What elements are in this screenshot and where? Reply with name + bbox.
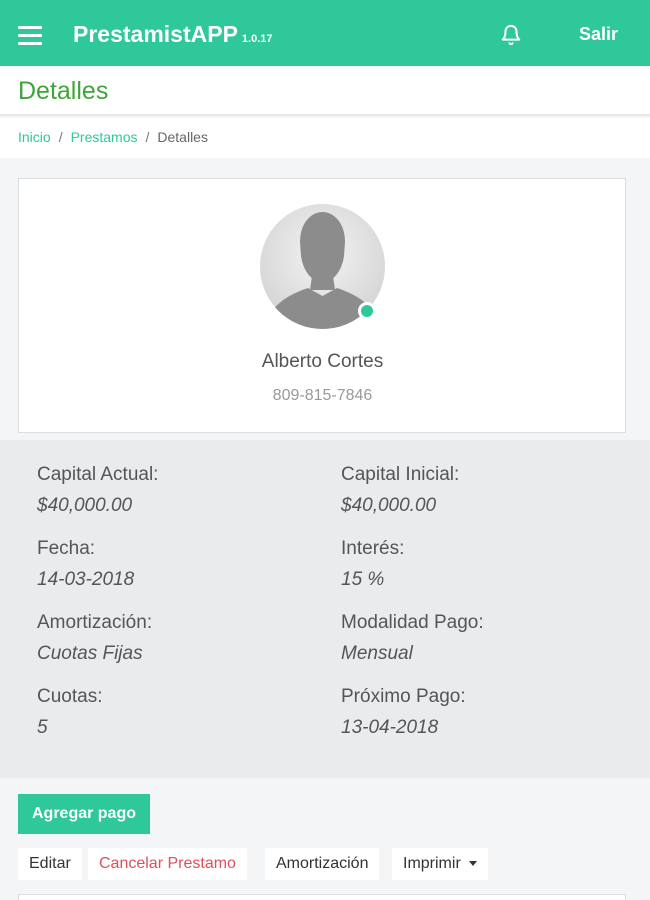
loan-details-panel	[0, 440, 650, 778]
fecha-value: 14-03-2018	[37, 569, 135, 590]
cuotas-value: 5	[37, 717, 48, 738]
hamburger-menu-icon[interactable]	[18, 26, 42, 46]
capital-actual-value: $40,000.00	[37, 495, 133, 516]
print-dropdown[interactable]: Imprimir	[392, 848, 488, 880]
edit-button[interactable]: Editar	[18, 848, 82, 880]
cuotas-label: Cuotas:	[37, 686, 103, 707]
amortizacion-value: Cuotas Fijas	[37, 643, 143, 664]
capital-inicial-value: $40,000.00	[341, 495, 437, 516]
breadcrumb-home-link[interactable]: Inicio	[18, 129, 51, 145]
breadcrumb-items: Inicio / Prestamos / Detalles	[18, 129, 208, 145]
page-title: Detalles	[18, 77, 109, 105]
breadcrumb-separator: /	[145, 129, 150, 145]
capital-inicial-label: Capital Inicial:	[341, 464, 460, 485]
app-brand[interactable]: PrestamistAPP 1.0.17	[73, 21, 273, 48]
proximo-pago-label: Próximo Pago:	[341, 686, 466, 707]
interes-value: 15 %	[341, 569, 385, 590]
add-payment-button[interactable]: Agregar pago	[18, 794, 150, 834]
print-label: Imprimir	[403, 855, 461, 872]
proximo-pago-value: 13-04-2018	[341, 717, 439, 738]
cancel-loan-button[interactable]: Cancelar Prestamo	[88, 848, 247, 880]
amortizacion-label: Amortización:	[37, 612, 153, 633]
client-phone: 809-815-7846	[272, 387, 373, 404]
modalidad-pago-value: Mensual	[341, 643, 413, 664]
online-status-indicator	[358, 302, 376, 320]
app-name: PrestamistAPP	[73, 21, 238, 47]
amortization-button[interactable]: Amortización	[265, 848, 380, 880]
payments-card	[18, 894, 626, 900]
logout-button[interactable]: Salir	[579, 24, 618, 45]
client-name: Alberto Cortes	[261, 351, 384, 372]
bell-icon[interactable]	[500, 24, 522, 46]
breadcrumb-loans-link[interactable]: Prestamos	[71, 129, 138, 145]
fecha-label: Fecha:	[37, 538, 96, 559]
modalidad-pago-label: Modalidad Pago:	[341, 612, 484, 633]
interes-label: Interés:	[341, 538, 405, 559]
breadcrumb-separator: /	[58, 129, 63, 145]
breadcrumb-current: Detalles	[157, 129, 208, 145]
caret-down-icon	[468, 861, 477, 867]
capital-actual-label: Capital Actual:	[37, 464, 159, 485]
app-version: 1.0.17	[241, 33, 273, 45]
